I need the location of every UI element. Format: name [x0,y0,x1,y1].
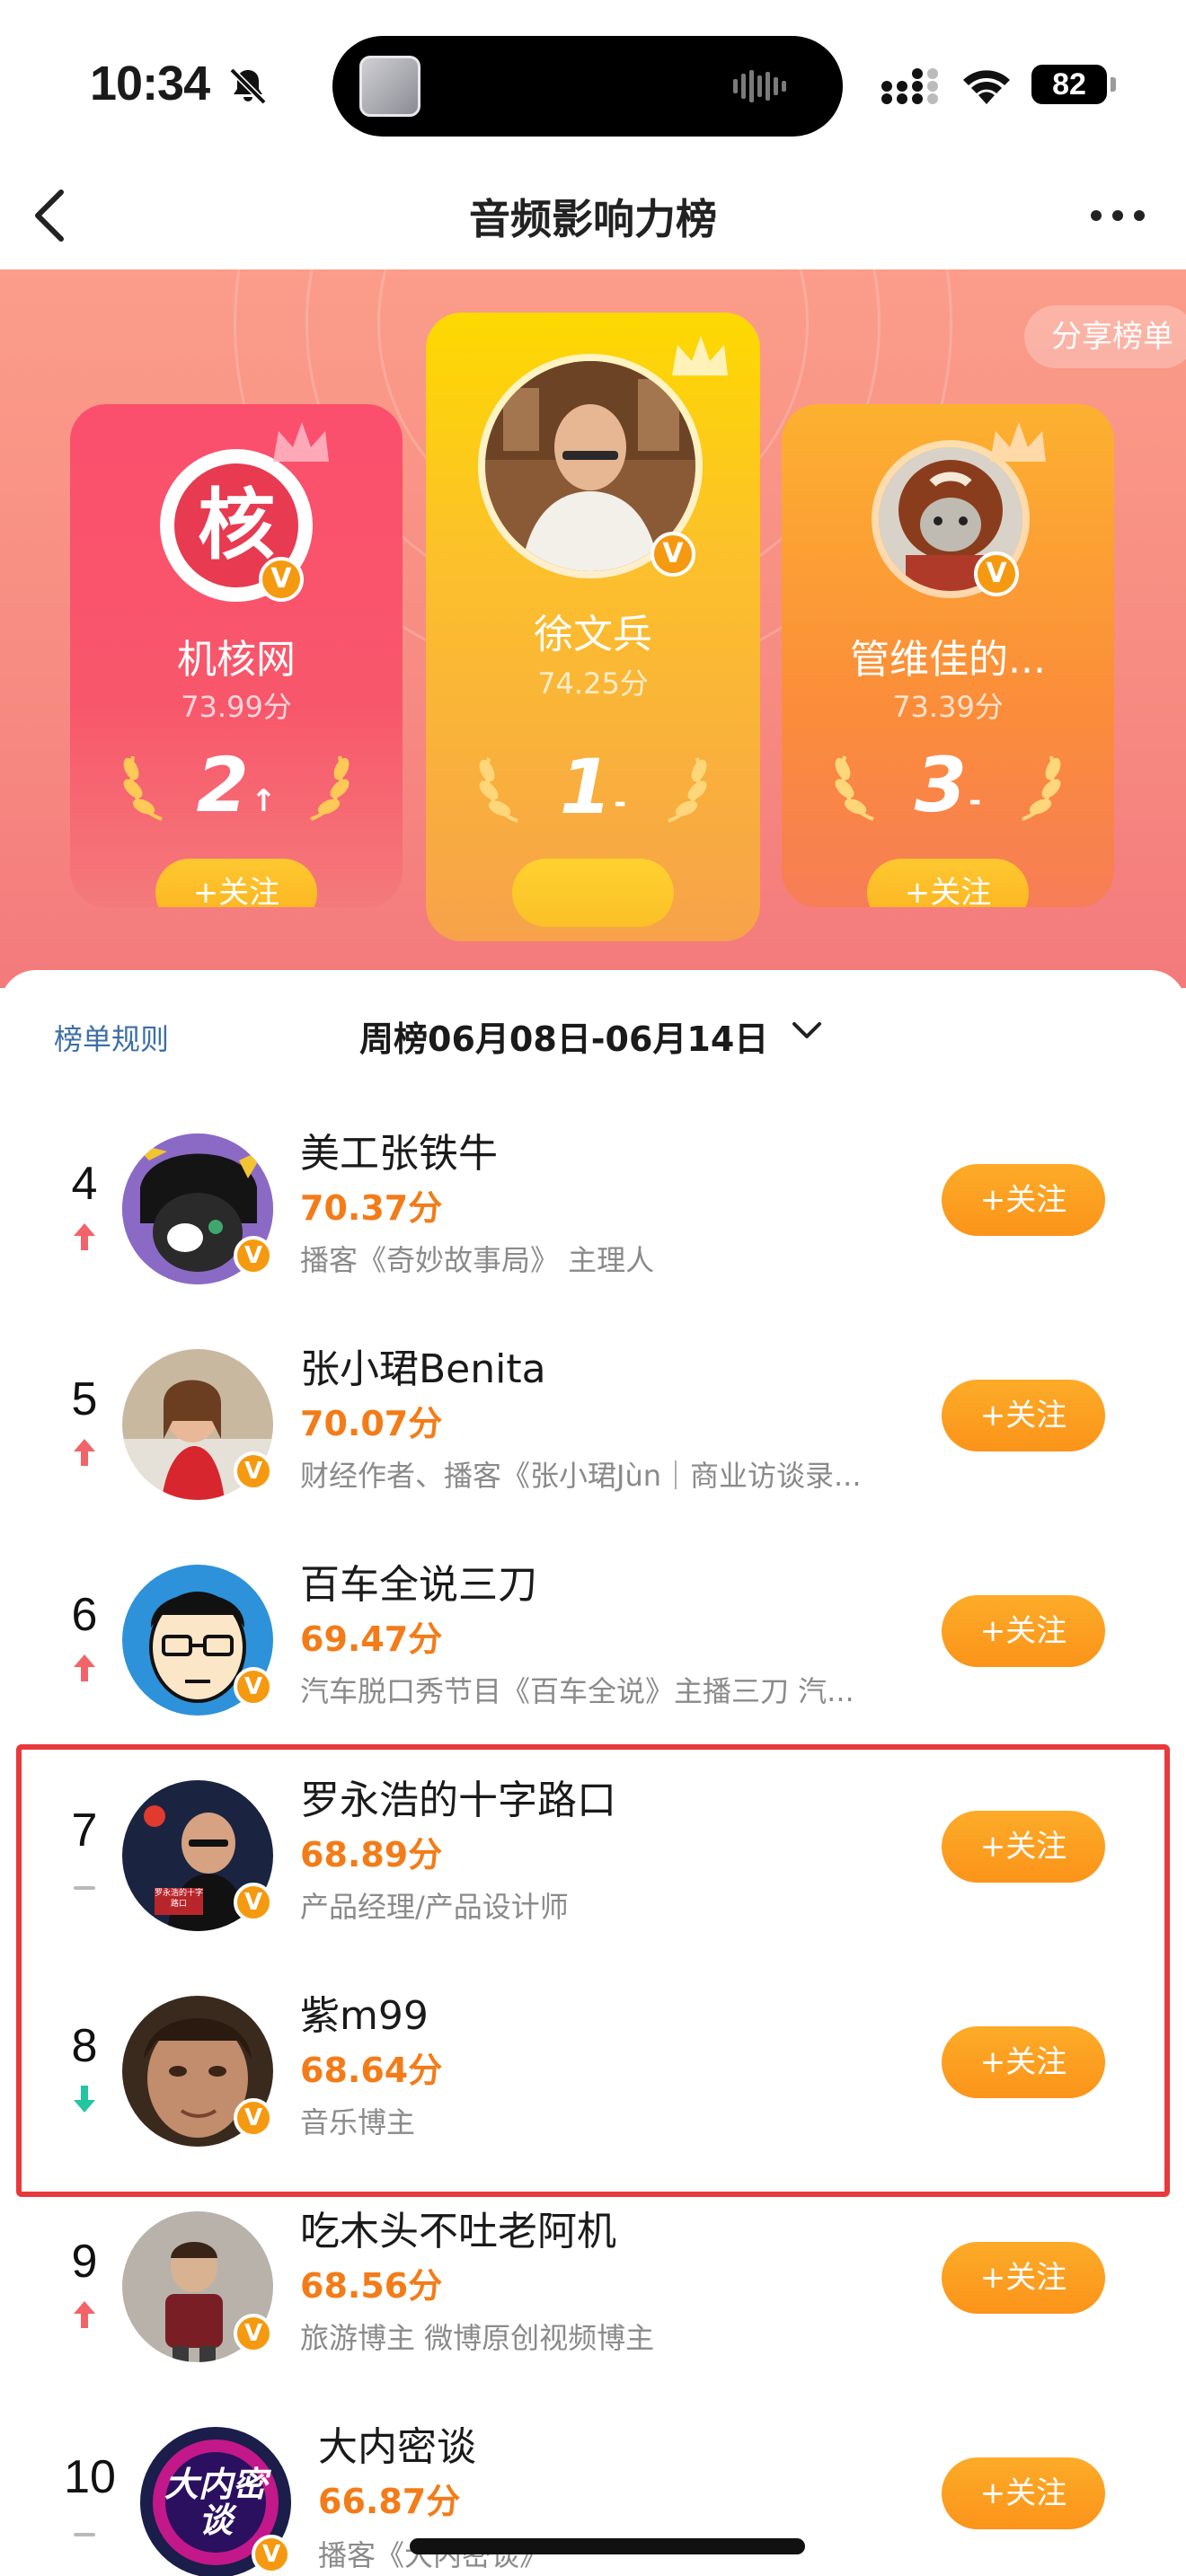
verified-badge-icon: V [234,1236,273,1275]
cellular-signal-icon [881,68,938,104]
top-score: 74.25分 [537,666,649,701]
creator-desc: 旅游博主 微博原创视频博主 [300,2321,655,2355]
rank-number: 9 [71,2236,98,2288]
verified-badge-icon: V [234,1451,273,1491]
rank-value: 3 [914,741,968,829]
battery-indicator: 82 [1031,65,1107,104]
trend-same-icon [74,2533,95,2536]
laurel-right-icon [310,755,350,821]
app-screen: 10:34 82 音频影响力榜 分享榜单 核 V 机核网 73.99分 2↑ +… [0,0,1186,2576]
creator-score: 66.87分 [318,2482,461,2521]
avatar-overlay-text: 大内密谈 [164,2465,267,2540]
rank-value: 2 [196,741,249,829]
chevron-down-icon[interactable] [791,1019,823,1044]
top-rank-number: 3- [782,740,1114,846]
verified-badge-icon: V [252,2535,291,2574]
rank-row: 3- [782,740,1114,830]
rank-row: 2↑ [70,740,403,830]
rank-number: 10 [64,2451,116,2503]
rank-number: 5 [71,1373,98,1425]
top-rank-number: 2↑ [70,740,403,846]
follow-button[interactable]: +关注 [942,1380,1105,1451]
trend-up-icon [74,1654,95,1681]
top-card-rank-3[interactable]: V 管维佳的... 73.39分 3- +关注 [782,404,1114,907]
audio-waveform-icon [733,70,786,102]
now-playing-thumbnail [359,56,420,117]
follow-button[interactable]: +关注 [942,2242,1105,2314]
follow-button[interactable] [512,859,674,927]
creator-name: 大内密谈 [318,2424,476,2470]
more-options-icon[interactable] [1085,194,1150,237]
trend-up-icon [74,2301,95,2328]
creator-score: 68.56分 [300,2266,443,2306]
status-time: 10:34 [90,57,210,110]
top-rank-number: 1- [426,742,760,848]
nav-bar: 音频影响力榜 [0,162,1186,269]
status-bar: 10:34 82 [0,0,1186,162]
top-card-rank-1[interactable]: V 徐文兵 74.25分 1- [426,313,760,941]
follow-button[interactable]: +关注 [942,2457,1105,2529]
crown-icon [672,336,728,375]
home-indicator[interactable] [410,2538,805,2554]
top-name: 徐文兵 [534,612,652,657]
crown-icon [273,422,329,462]
top-card-rank-2[interactable]: 核 V 机核网 73.99分 2↑ +关注 [70,404,403,907]
creator-name: 美工张铁牛 [300,1131,498,1177]
top-name: 管维佳的... [850,637,1046,683]
top-name: 机核网 [177,637,296,683]
list-item[interactable]: 4 V 美工张铁牛 70.37分 播客《奇妙故事局》 主理人 +关注 [0,1103,1186,1319]
trend-same-icon: - [969,783,982,819]
creator-desc: 财经作者、播客《张小珺Jùn｜商业访谈录... [300,1459,862,1493]
creator-score: 69.47分 [300,1619,443,1659]
rank-value: 1 [559,743,613,831]
battery-cap [1111,77,1116,92]
list-item[interactable]: 6 V 百车全说三刀 69.47分 汽车脱口秀节目《百车全说》主播三刀 汽...… [0,1534,1186,1750]
follow-button[interactable]: +关注 [942,1164,1105,1236]
trend-up-icon: ↑ [250,783,277,819]
verified-badge-icon: V [651,532,695,577]
creator-name: 百车全说三刀 [300,1562,537,1608]
crown-icon [990,422,1046,462]
creator-name: 张小珺Benita [300,1346,546,1392]
list-item[interactable]: 5 V 张小珺Benita 70.07分 财经作者、播客《张小珺Jùn｜商业访谈… [0,1319,1186,1534]
creator-score: 70.07分 [300,1404,443,1443]
trend-up-icon [74,1439,95,1466]
wifi-icon [963,70,1010,104]
rank-number: 6 [71,1589,98,1641]
rank-number: 4 [71,1158,98,1210]
week-selector[interactable]: 周榜06月08日-06月14日 [359,1011,768,1061]
laurel-right-icon [1022,755,1061,821]
share-ranking-button[interactable]: 分享榜单 [1024,305,1186,368]
ranking-rules-link[interactable]: 榜单规则 [54,1017,169,1058]
creator-name: 吃木头不吐老阿机 [300,2209,616,2254]
creator-desc: 汽车脱口秀节目《百车全说》主播三刀 汽... [300,1674,854,1708]
trend-up-icon [74,1223,95,1250]
highlight-box [16,1744,1170,2197]
bell-off-icon [229,67,267,105]
rank-row: 1- [426,742,760,832]
follow-button[interactable]: +关注 [155,859,317,907]
trend-same-icon: - [614,785,627,821]
follow-button[interactable]: +关注 [942,1595,1105,1667]
verified-badge-icon: V [234,2314,273,2353]
top3-hero: 分享榜单 核 V 机核网 73.99分 2↑ +关注 V 徐文兵 74.25分 … [0,269,1186,988]
verified-badge-icon: V [974,551,1019,596]
dynamic-island[interactable] [332,36,843,137]
top-score: 73.39分 [892,690,1004,724]
follow-button[interactable]: +关注 [867,859,1029,907]
creator-desc: 播客《奇妙故事局》 主理人 [300,1243,655,1277]
verified-badge-icon: V [259,557,304,602]
list-item[interactable]: 9 V 吃木头不吐老阿机 68.56分 旅游博主 微博原创视频博主 +关注 [0,2181,1186,2396]
laurel-right-icon [668,757,707,823]
top-score: 73.99分 [181,690,292,724]
creator-score: 70.37分 [300,1188,443,1228]
page-title: 音频影响力榜 [469,195,717,243]
verified-badge-icon: V [234,1667,273,1707]
